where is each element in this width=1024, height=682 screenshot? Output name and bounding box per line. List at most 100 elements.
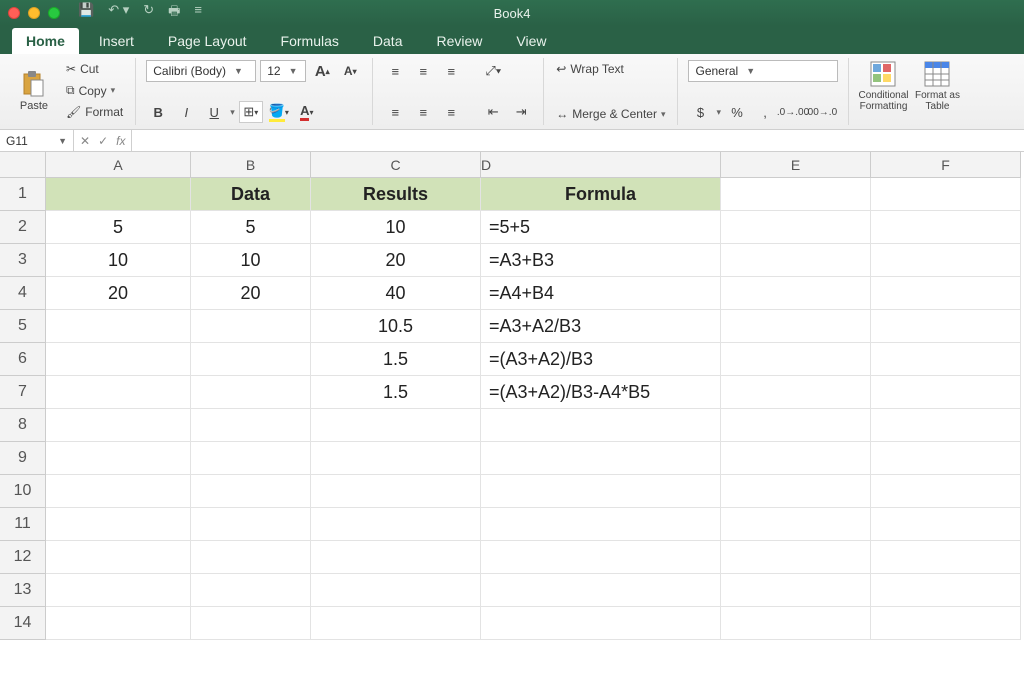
row-header-8[interactable]: 8 [0,409,46,442]
paste-button[interactable]: Paste [10,70,58,112]
cell-F10[interactable] [871,475,1021,508]
cell-B1[interactable]: Data [191,178,311,211]
orientation-button[interactable]: ⤢▾ [481,60,505,82]
italic-button[interactable]: I [174,101,198,123]
row-header-1[interactable]: 1 [0,178,46,211]
redo-icon[interactable]: ↻ [143,2,154,24]
currency-button[interactable]: $ [688,101,712,123]
undo-icon[interactable]: ↶ ▾ [108,2,129,24]
cell-B13[interactable] [191,574,311,607]
row-header-14[interactable]: 14 [0,607,46,640]
merge-center-button[interactable]: ↔Merge & Center▾ [554,105,667,123]
decrease-font-button[interactable]: A▾ [338,60,362,82]
tab-home[interactable]: Home [12,28,79,54]
cell-E5[interactable] [721,310,871,343]
minimize-window-button[interactable] [28,7,40,19]
col-header-F[interactable]: F [871,152,1021,178]
tab-insert[interactable]: Insert [85,28,148,54]
row-header-5[interactable]: 5 [0,310,46,343]
align-right-button[interactable]: ≡ [439,101,463,123]
cell-A14[interactable] [46,607,191,640]
close-window-button[interactable] [8,7,20,19]
cell-E6[interactable] [721,343,871,376]
tab-review[interactable]: Review [422,28,496,54]
decrease-indent-button[interactable]: ⇤ [481,101,505,123]
cell-C7[interactable]: 1.5 [311,376,481,409]
row-header-2[interactable]: 2 [0,211,46,244]
cell-F2[interactable] [871,211,1021,244]
cell-E2[interactable] [721,211,871,244]
cell-A5[interactable] [46,310,191,343]
increase-decimal-button[interactable]: .0→.00 [781,101,805,123]
cell-A13[interactable] [46,574,191,607]
cell-B14[interactable] [191,607,311,640]
col-header-E[interactable]: E [721,152,871,178]
cell-C10[interactable] [311,475,481,508]
format-as-table-button[interactable]: Format as Table [913,60,961,112]
row-header-9[interactable]: 9 [0,442,46,475]
tab-formulas[interactable]: Formulas [267,28,353,54]
formula-input[interactable] [132,130,1024,151]
col-header-B[interactable]: B [191,152,311,178]
cell-B8[interactable] [191,409,311,442]
cell-A3[interactable]: 10 [46,244,191,277]
align-top-button[interactable]: ≡ [383,60,407,82]
cell-D12[interactable] [481,541,721,574]
cell-B12[interactable] [191,541,311,574]
cell-E7[interactable] [721,376,871,409]
cell-C13[interactable] [311,574,481,607]
cell-E13[interactable] [721,574,871,607]
cell-C1[interactable]: Results [311,178,481,211]
cell-A11[interactable] [46,508,191,541]
cell-C9[interactable] [311,442,481,475]
format-painter-button[interactable]: 🖌Format [64,103,125,121]
cell-C8[interactable] [311,409,481,442]
cell-B10[interactable] [191,475,311,508]
row-header-4[interactable]: 4 [0,277,46,310]
name-box[interactable]: G11▼ [0,130,74,151]
cell-E3[interactable] [721,244,871,277]
cell-D11[interactable] [481,508,721,541]
cell-C2[interactable]: 10 [311,211,481,244]
cell-E4[interactable] [721,277,871,310]
print-icon[interactable]: 🖶 [168,2,180,24]
cell-D2[interactable]: =5+5 [481,211,721,244]
cell-B3[interactable]: 10 [191,244,311,277]
col-header-C[interactable]: C [311,152,481,178]
row-header-10[interactable]: 10 [0,475,46,508]
decrease-decimal-button[interactable]: .00→.0 [809,101,833,123]
row-header-11[interactable]: 11 [0,508,46,541]
comma-button[interactable]: , [753,101,777,123]
cell-B6[interactable] [191,343,311,376]
cell-E8[interactable] [721,409,871,442]
fill-color-button[interactable]: 🪣▾ [267,101,291,123]
cell-C12[interactable] [311,541,481,574]
font-color-button[interactable]: A▾ [295,101,319,123]
cell-A8[interactable] [46,409,191,442]
cell-F1[interactable] [871,178,1021,211]
zoom-window-button[interactable] [48,7,60,19]
align-middle-button[interactable]: ≡ [411,60,435,82]
spreadsheet-grid[interactable]: A B C D E F 1234567891011121314 Data Res… [0,152,1024,682]
align-center-button[interactable]: ≡ [411,101,435,123]
cell-D8[interactable] [481,409,721,442]
enter-formula-icon[interactable]: ✓ [98,134,108,148]
cell-D5[interactable]: =A3+A2/B3 [481,310,721,343]
cell-D4[interactable]: =A4+B4 [481,277,721,310]
cell-B7[interactable] [191,376,311,409]
percent-button[interactable]: % [725,101,749,123]
cell-A1[interactable] [46,178,191,211]
font-size-select[interactable]: 12▼ [260,60,306,82]
cell-F8[interactable] [871,409,1021,442]
cell-A6[interactable] [46,343,191,376]
row-header-13[interactable]: 13 [0,574,46,607]
col-header-A[interactable]: A [46,152,191,178]
cell-D7[interactable]: =(A3+A2)/B3-A4*B5 [481,376,721,409]
col-header-D[interactable]: D [481,152,721,178]
cell-E10[interactable] [721,475,871,508]
cell-E1[interactable] [721,178,871,211]
font-name-select[interactable]: Calibri (Body)▼ [146,60,256,82]
cell-F9[interactable] [871,442,1021,475]
cut-button[interactable]: ✂Cut [64,60,125,78]
underline-button[interactable]: U [202,101,226,123]
